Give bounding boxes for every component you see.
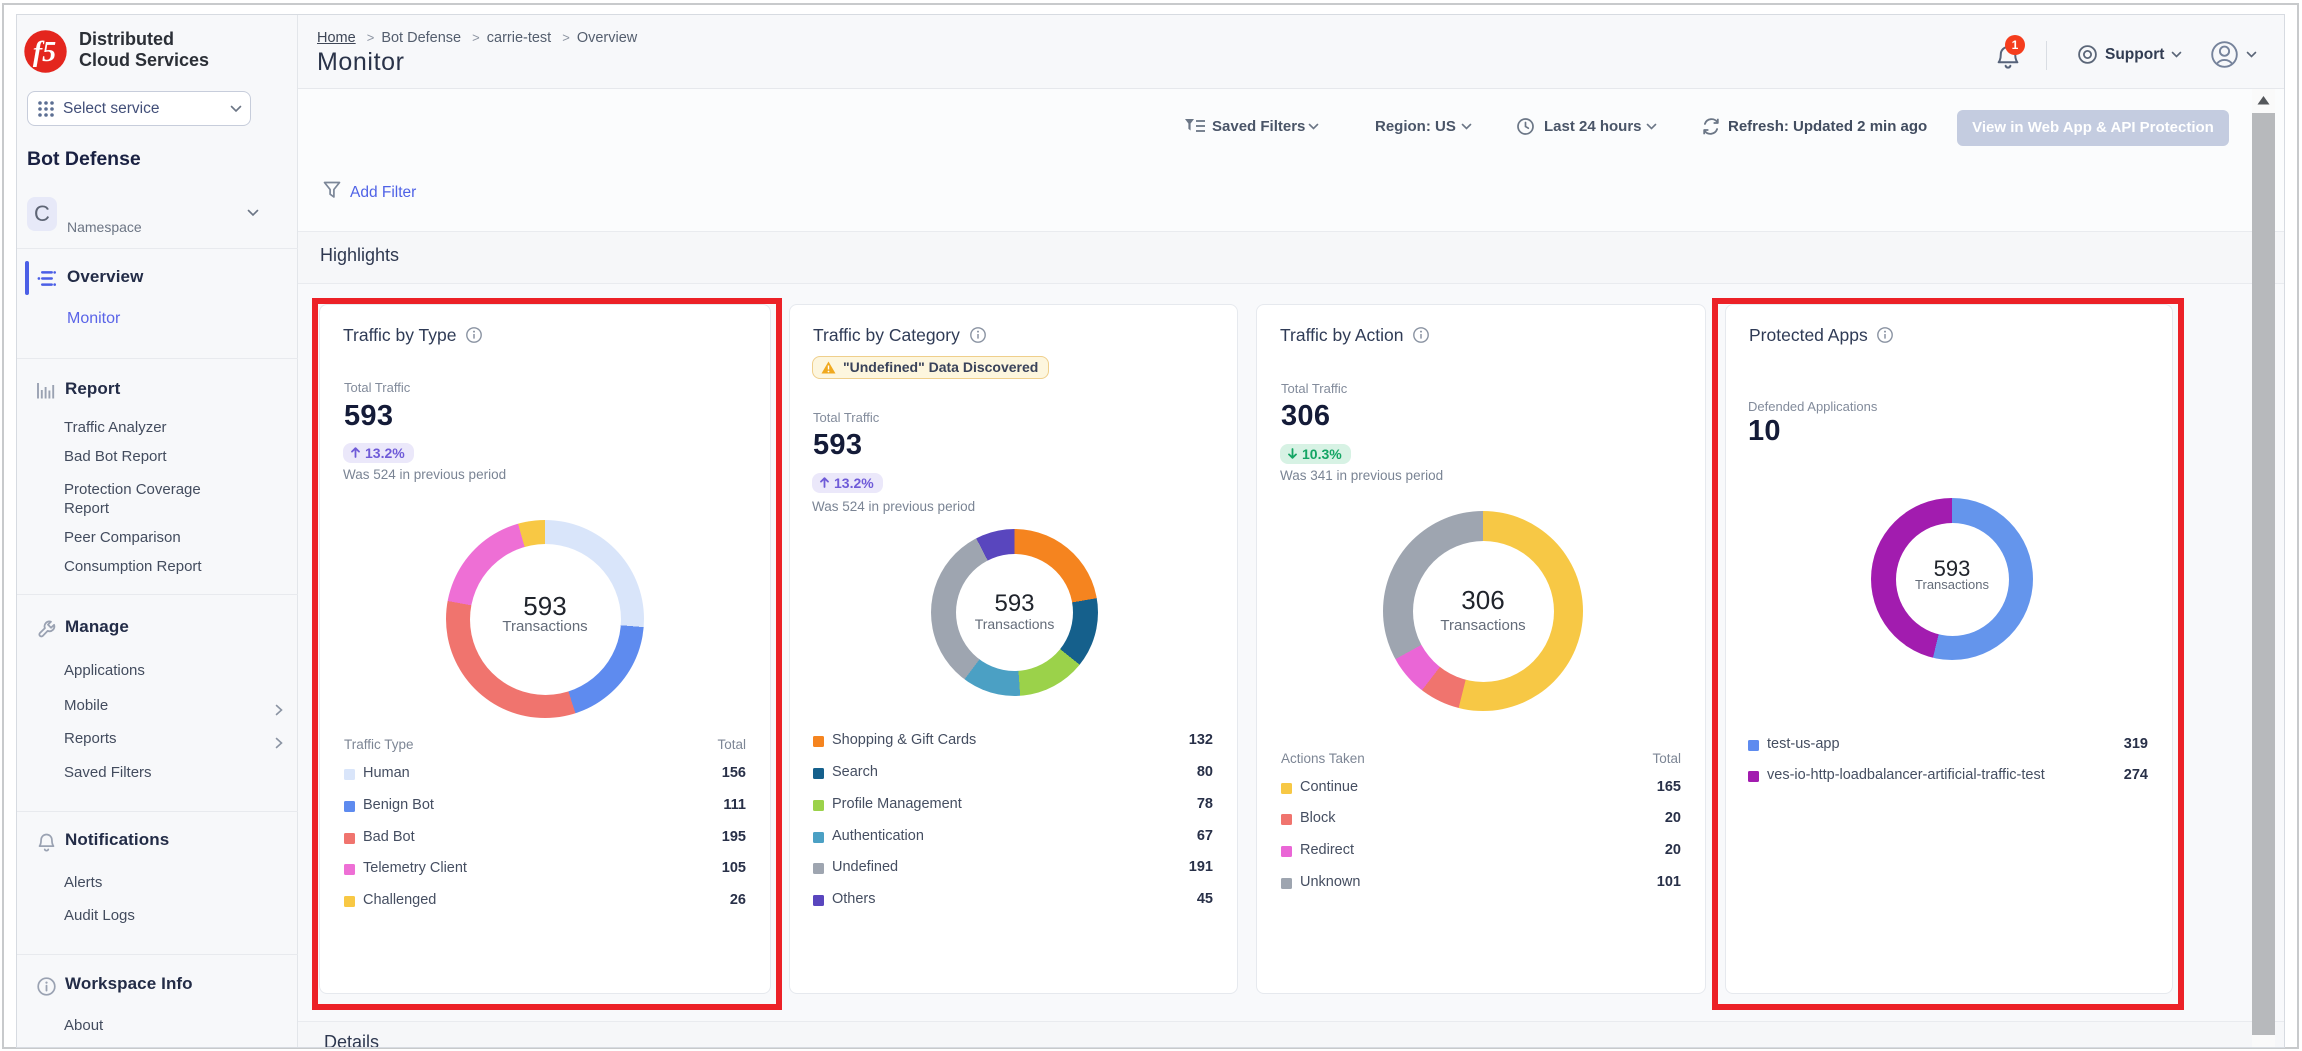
svg-text:f5: f5 [33, 37, 56, 68]
